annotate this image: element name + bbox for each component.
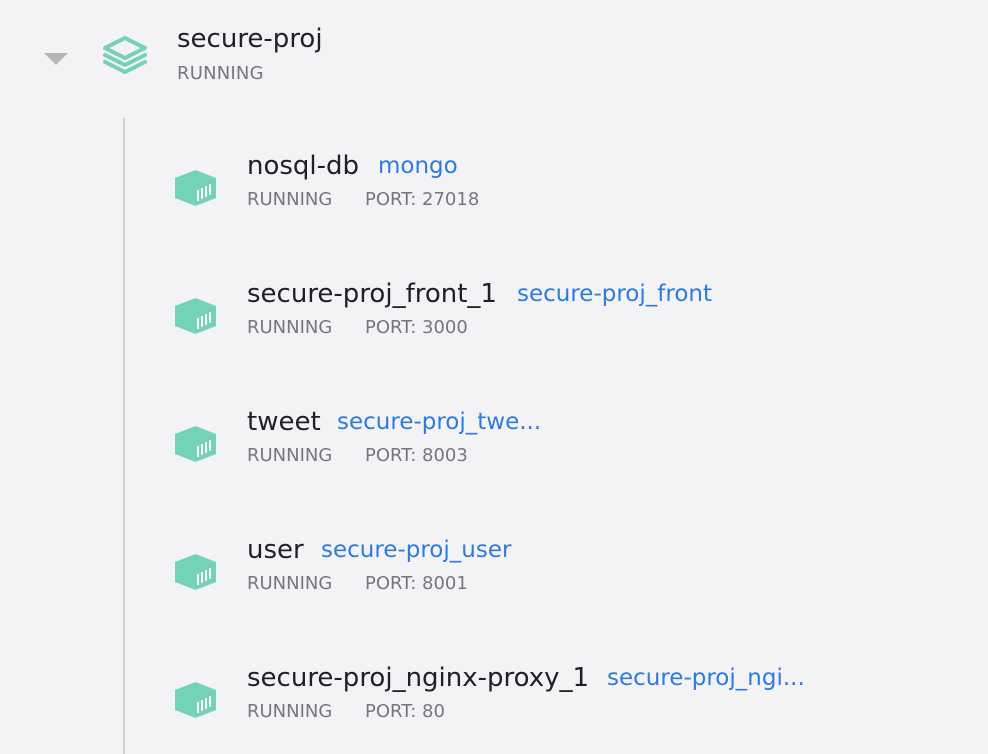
compose-app-row[interactable]: secure-proj RUNNING <box>0 0 988 110</box>
stack-icon <box>102 35 148 75</box>
container-name: user <box>247 535 304 565</box>
app-name: secure-proj <box>177 24 323 54</box>
image-link-secure-proj-front[interactable]: secure-proj_front <box>517 280 712 308</box>
container-row-tweet[interactable]: tweet secure-proj_twe... RUNNING PORT: 8… <box>126 406 988 496</box>
container-status: RUNNING <box>247 445 333 466</box>
container-status: RUNNING <box>247 317 333 338</box>
chevron-down-icon[interactable] <box>44 53 68 65</box>
container-name: tweet <box>247 407 321 437</box>
container-name: nosql-db <box>247 151 360 181</box>
container-icon <box>173 424 218 464</box>
container-port: PORT: 27018 <box>365 189 480 210</box>
image-link-secure-proj-nginx[interactable]: secure-proj_ngi... <box>607 664 805 692</box>
tree-connector-line <box>123 118 125 754</box>
compose-app-tree: secure-proj RUNNING nosql-db mongo RUNNI… <box>0 0 988 754</box>
container-icon <box>173 168 218 208</box>
container-icon <box>173 680 218 720</box>
container-row-user[interactable]: user secure-proj_user RUNNING PORT: 8001 <box>126 534 988 624</box>
container-port: PORT: 8003 <box>365 445 468 466</box>
container-status: RUNNING <box>247 189 333 210</box>
image-link-secure-proj-user[interactable]: secure-proj_user <box>321 536 511 564</box>
image-link-mongo[interactable]: mongo <box>378 152 458 180</box>
app-status: RUNNING <box>177 63 264 84</box>
container-status: RUNNING <box>247 701 333 722</box>
container-row-secure-proj-nginx-proxy-1[interactable]: secure-proj_nginx-proxy_1 secure-proj_ng… <box>126 662 988 752</box>
image-link-secure-proj-tweet[interactable]: secure-proj_twe... <box>337 408 541 436</box>
container-port: PORT: 3000 <box>365 317 468 338</box>
container-port: PORT: 80 <box>365 701 445 722</box>
container-status: RUNNING <box>247 573 333 594</box>
container-icon <box>173 296 218 336</box>
container-icon <box>173 552 218 592</box>
container-name: secure-proj_front_1 <box>247 279 497 309</box>
container-name: secure-proj_nginx-proxy_1 <box>247 663 590 693</box>
container-row-secure-proj-front-1[interactable]: secure-proj_front_1 secure-proj_front RU… <box>126 278 988 368</box>
container-port: PORT: 8001 <box>365 573 468 594</box>
container-row-nosql-db[interactable]: nosql-db mongo RUNNING PORT: 27018 <box>126 150 988 240</box>
